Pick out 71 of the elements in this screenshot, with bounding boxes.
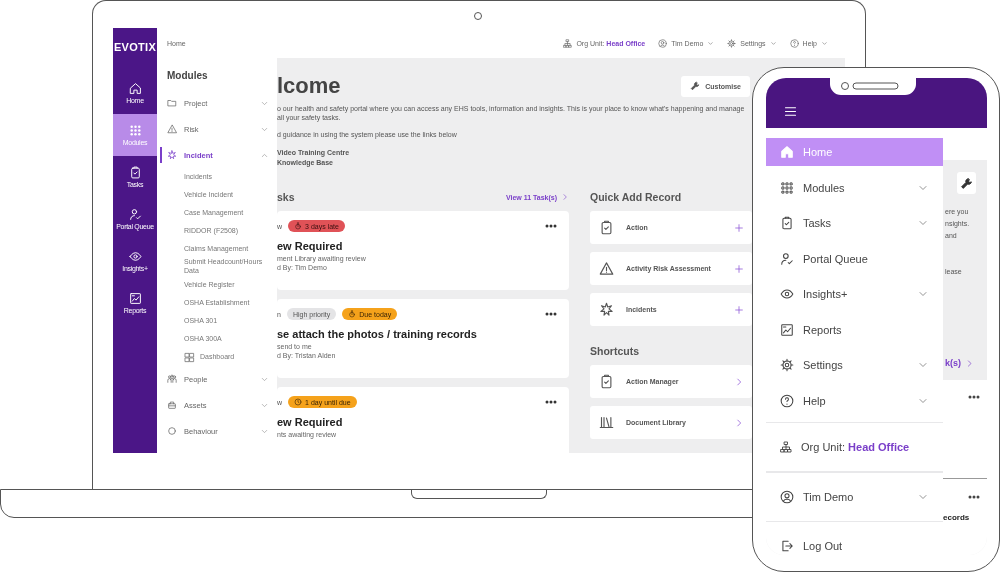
layout-icon — [184, 351, 195, 363]
chevron-right-icon — [965, 358, 974, 368]
stopwatch-icon — [348, 310, 357, 318]
page-title: lcome — [277, 74, 341, 98]
logout-icon — [780, 539, 794, 553]
chart-icon — [128, 292, 142, 305]
customise-button[interactable] — [957, 172, 976, 194]
burst-icon — [167, 150, 177, 160]
clipboard-icon — [599, 374, 614, 389]
logo: EVOTIX — [113, 39, 157, 55]
section-title: sks — [277, 191, 295, 203]
home-icon — [780, 145, 794, 159]
chevron-down-icon — [769, 39, 777, 47]
wrench-icon — [690, 81, 701, 91]
chevron-down-icon — [821, 39, 828, 47]
task-title: se attach the photos / training records — [277, 327, 478, 341]
help-icon — [780, 393, 794, 408]
person-check-icon — [780, 251, 794, 266]
chevron-right-icon — [561, 193, 569, 201]
nav-item[interactable]: Tasks — [766, 205, 943, 241]
chevron-right-icon — [734, 376, 744, 387]
menu-icon[interactable] — [783, 104, 798, 119]
home-icon — [128, 82, 142, 95]
section-title: Quick Add Record — [590, 191, 682, 203]
settings-icon — [780, 358, 794, 373]
clipboard-icon — [128, 166, 142, 179]
nav-item[interactable]: Insights+ — [766, 276, 943, 312]
eye-icon — [780, 287, 794, 302]
view-tasks-link[interactable]: k(s) — [943, 355, 987, 371]
section-title: Shortcuts — [590, 345, 639, 357]
chevron-right-icon — [734, 417, 744, 428]
user-icon — [658, 38, 668, 48]
task-title: ecords — [943, 513, 970, 522]
wrench-icon — [960, 176, 973, 190]
help-icon — [789, 38, 799, 48]
box-icon — [167, 400, 177, 410]
person-check-icon — [128, 208, 142, 221]
task-title: ew Required — [277, 415, 344, 429]
panel-title: Modules — [166, 69, 209, 83]
chart-icon — [780, 322, 794, 337]
user-icon — [780, 489, 794, 504]
logout-button[interactable]: Log Out — [766, 525, 943, 555]
task-title: ew Required — [277, 239, 344, 253]
books-icon — [599, 415, 614, 430]
plus-icon — [734, 263, 744, 274]
folder-icon — [167, 98, 177, 108]
hierarchy-icon — [563, 38, 573, 48]
eye-icon — [128, 250, 142, 263]
grid-icon — [780, 180, 794, 195]
plus-icon — [734, 304, 744, 315]
nav-item[interactable]: Modules — [766, 170, 943, 206]
clock-icon — [294, 398, 303, 406]
nav-item[interactable]: Settings — [766, 347, 943, 383]
nav-item[interactable]: Reports — [766, 312, 943, 348]
warning-icon — [599, 261, 614, 276]
nav-item[interactable]: Portal Queue — [766, 241, 943, 277]
settings-icon — [727, 38, 737, 48]
org-unit-button[interactable]: Org Unit: Head Office — [766, 426, 943, 468]
nav-item[interactable]: Help — [766, 383, 943, 419]
burst-icon — [599, 302, 614, 317]
chevron-down-icon — [707, 39, 715, 47]
clipboard-icon — [780, 216, 794, 231]
people-icon — [167, 374, 177, 384]
circle-icon — [167, 426, 177, 436]
user-menu[interactable]: Tim Demo — [766, 475, 943, 518]
plus-icon — [734, 222, 744, 233]
warning-icon — [167, 124, 177, 134]
clipboard-icon — [599, 220, 614, 235]
stopwatch-icon — [294, 222, 303, 230]
grid-icon — [128, 124, 142, 137]
hierarchy-icon — [780, 441, 792, 453]
